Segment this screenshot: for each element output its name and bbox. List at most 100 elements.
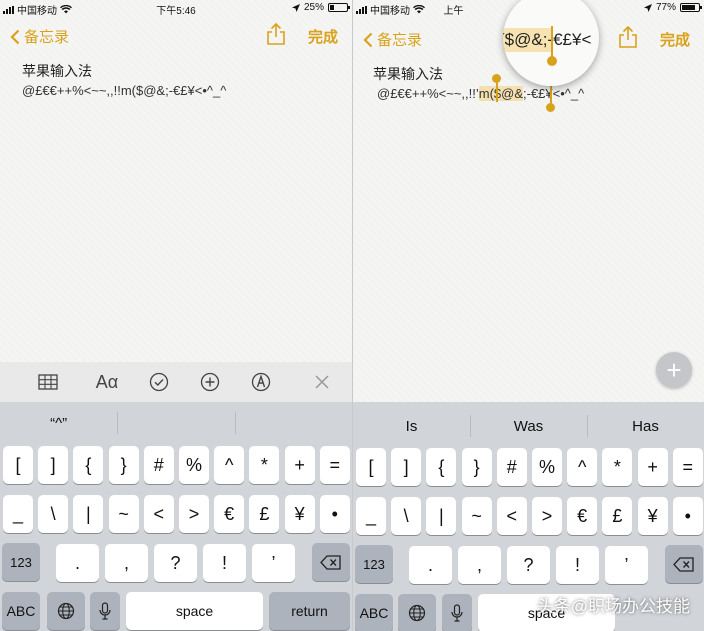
prediction-2[interactable]: Was	[470, 405, 587, 447]
selection-start-handle[interactable]	[496, 80, 498, 102]
key-row1-6[interactable]: ^	[567, 448, 598, 486]
key-row2-6[interactable]: €	[214, 495, 245, 533]
note-text[interactable]: @£€€++%<~~,,!!’m($@&;-€£¥<•^_^	[377, 86, 584, 101]
add-button[interactable]: +	[656, 352, 692, 388]
note-text[interactable]: @£€€++%<~~,,!!m($@&;-€£¥<•^_^	[22, 83, 226, 98]
back-button[interactable]: 备忘录	[10, 26, 69, 47]
delete-icon	[673, 556, 694, 572]
note-title: 苹果输入法	[373, 66, 443, 82]
key-row1-1[interactable]: ]	[391, 448, 422, 486]
key-row1-8[interactable]: +	[637, 448, 668, 486]
microphone-icon	[451, 604, 463, 622]
key-row1-2[interactable]: {	[73, 446, 104, 484]
key-row2-7[interactable]: £	[249, 495, 280, 533]
watermark: 头条@职场办公技能	[536, 597, 690, 616]
close-icon[interactable]	[309, 370, 335, 394]
key-row1-9[interactable]: =	[319, 446, 350, 484]
share-icon[interactable]	[617, 25, 639, 49]
key-row2-7[interactable]: £	[602, 497, 633, 535]
key-row1-2[interactable]: {	[426, 448, 457, 486]
key-row1-5[interactable]: %	[179, 446, 209, 484]
magnifier-text: ($@&;-€£¥<	[503, 30, 592, 49]
key-row2-9[interactable]: •	[672, 497, 703, 535]
key-row2-3[interactable]: ~	[108, 495, 139, 533]
numbers-key[interactable]: 123	[2, 543, 40, 581]
navigation-bar: 备忘录 完成	[0, 22, 352, 50]
prediction-bar: Is Was Has	[353, 405, 704, 447]
location-icon	[643, 3, 652, 12]
key-row1-7[interactable]: *	[602, 448, 633, 486]
key-row3-3[interactable]: !	[556, 546, 599, 584]
dictation-key[interactable]	[442, 594, 472, 631]
key-row2-1[interactable]: \	[391, 497, 422, 535]
back-button[interactable]: 备忘录	[363, 29, 422, 50]
table-icon[interactable]	[35, 370, 61, 394]
key-row2-0[interactable]: _	[356, 497, 386, 535]
done-button[interactable]: 完成	[308, 26, 338, 47]
markup-icon[interactable]	[248, 370, 274, 394]
key-row3-0[interactable]: .	[56, 544, 99, 582]
key-row1-9[interactable]: =	[672, 448, 703, 486]
key-row2-8[interactable]: ¥	[284, 495, 315, 533]
battery-percent: 25%	[303, 2, 324, 13]
key-row2-9[interactable]: •	[319, 495, 350, 533]
numbers-key[interactable]: 123	[355, 545, 393, 583]
battery-icon	[328, 3, 350, 12]
key-row2-8[interactable]: ¥	[637, 497, 668, 535]
globe-key[interactable]	[47, 592, 85, 630]
key-row2-2[interactable]: |	[426, 497, 457, 535]
note-title: 苹果输入法	[22, 63, 92, 79]
selected-text[interactable]: m($@&	[478, 86, 524, 101]
key-row3-3[interactable]: !	[203, 544, 246, 582]
text-format-icon[interactable]: Aα	[90, 370, 124, 394]
share-icon[interactable]	[265, 22, 287, 46]
delete-key[interactable]	[312, 543, 350, 581]
key-row1-3[interactable]: }	[461, 448, 492, 486]
space-key[interactable]: space	[126, 592, 263, 630]
key-row3-1[interactable]: ,	[458, 546, 501, 584]
dictation-key[interactable]	[90, 592, 120, 630]
checklist-icon[interactable]	[146, 370, 172, 394]
add-icon[interactable]	[197, 370, 223, 394]
abc-key[interactable]: ABC	[355, 594, 393, 631]
key-row1-1[interactable]: ]	[38, 446, 69, 484]
key-row2-4[interactable]: <	[143, 495, 174, 533]
key-row3-2[interactable]: ?	[154, 544, 197, 582]
globe-key[interactable]	[398, 594, 436, 631]
key-row1-4[interactable]: #	[143, 446, 174, 484]
key-row3-1[interactable]: ,	[105, 544, 148, 582]
prediction-2[interactable]	[117, 402, 234, 444]
key-row2-3[interactable]: ~	[461, 497, 492, 535]
prediction-3[interactable]: Has	[587, 405, 704, 447]
return-key[interactable]: return	[269, 592, 350, 630]
key-row2-0[interactable]: _	[3, 495, 33, 533]
selection-start-knob[interactable]	[492, 74, 501, 83]
key-row2-2[interactable]: |	[73, 495, 104, 533]
key-row2-5[interactable]: >	[179, 495, 209, 533]
key-row3-4[interactable]: ’	[605, 546, 648, 584]
key-row3-0[interactable]: .	[409, 546, 452, 584]
selection-end-knob[interactable]	[546, 103, 555, 112]
key-row3-4[interactable]: ’	[252, 544, 295, 582]
key-row1-0[interactable]: [	[3, 446, 33, 484]
prediction-3[interactable]	[234, 402, 352, 444]
key-row3-2[interactable]: ?	[507, 546, 550, 584]
prediction-1[interactable]: “^”	[0, 402, 117, 444]
key-row2-1[interactable]: \	[38, 495, 69, 533]
prediction-1[interactable]: Is	[353, 405, 470, 447]
delete-key[interactable]	[665, 545, 703, 583]
status-bar: 中国移动 下午5:46 25%	[0, 0, 352, 17]
key-row1-4[interactable]: #	[496, 448, 527, 486]
key-row1-8[interactable]: +	[284, 446, 315, 484]
key-row1-3[interactable]: }	[108, 446, 139, 484]
key-row1-6[interactable]: ^	[214, 446, 245, 484]
key-row1-7[interactable]: *	[249, 446, 280, 484]
done-button[interactable]: 完成	[660, 29, 690, 50]
abc-key[interactable]: ABC	[2, 592, 40, 630]
key-row1-5[interactable]: %	[532, 448, 562, 486]
delete-icon	[320, 554, 341, 570]
key-row2-5[interactable]: >	[532, 497, 562, 535]
key-row2-4[interactable]: <	[496, 497, 527, 535]
key-row1-0[interactable]: [	[356, 448, 386, 486]
key-row2-6[interactable]: €	[567, 497, 598, 535]
